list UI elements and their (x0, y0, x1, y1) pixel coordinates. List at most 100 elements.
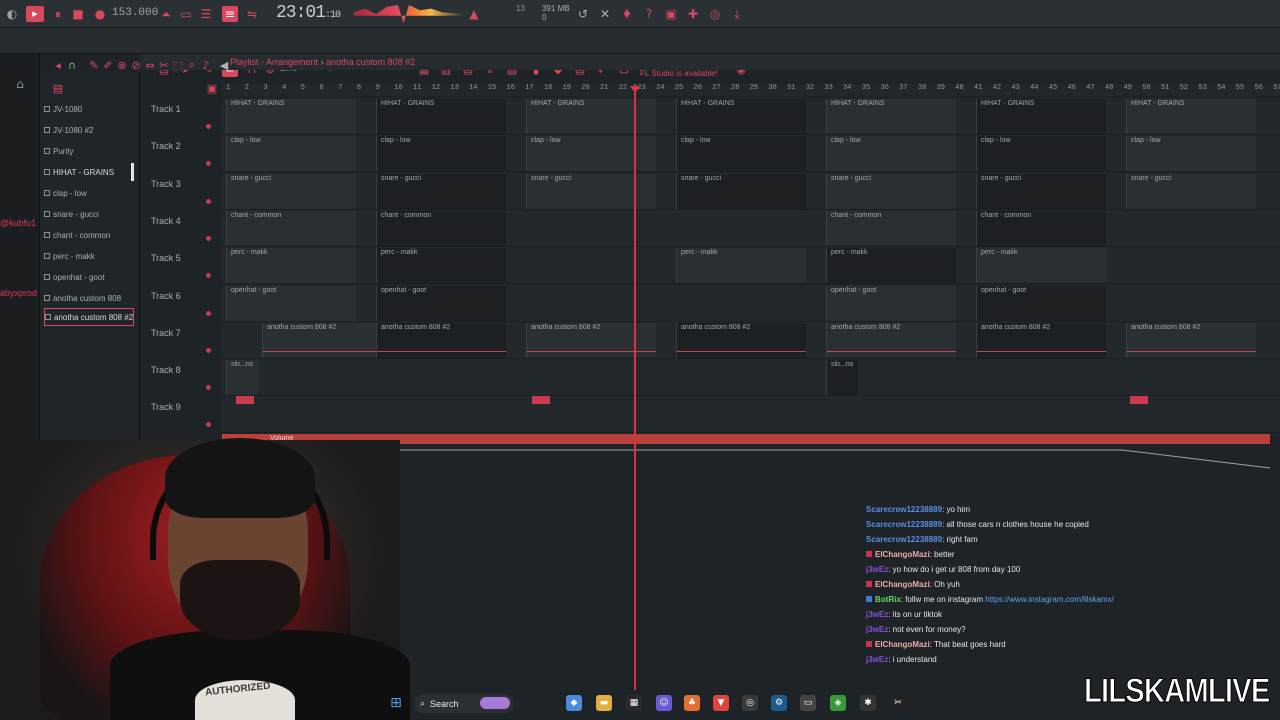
play-icon[interactable]: ⏸ (50, 6, 66, 22)
help-icon[interactable]: ? (641, 6, 657, 22)
pattern-clip[interactable]: openhat - goot (976, 285, 1106, 321)
fl-studio-icon[interactable]: ♣ (684, 695, 700, 711)
pattern-clip[interactable]: clap - low (1126, 136, 1256, 172)
track-lane[interactable]: clap - low clap - low clap - low clap - low… (222, 135, 1280, 173)
browser-toggle-icon[interactable]: ⌂ (12, 76, 28, 92)
pattern-clip[interactable]: snare - gucci (676, 173, 806, 209)
fl-logo-icon[interactable]: ◐ (4, 6, 20, 22)
track-header[interactable]: Track 5 (146, 247, 216, 284)
channel-item[interactable]: clap - low (44, 184, 134, 202)
store-icon[interactable]: ▦ (626, 695, 642, 711)
pattern-clip[interactable]: chant - common (826, 210, 956, 246)
channel-item[interactable]: JV-1080 #2 (44, 121, 134, 139)
track-mute-led-icon[interactable] (206, 235, 211, 241)
track-lane[interactable]: perc - makk perc - makk perc - makk perc - … (222, 247, 1280, 285)
track-mute-led-icon[interactable] (206, 198, 211, 204)
pattern-clip[interactable]: openhat - goot (226, 285, 356, 321)
record-icon[interactable]: ● (92, 6, 108, 22)
audio-clip-marker[interactable] (532, 396, 550, 405)
playhead[interactable] (634, 84, 636, 690)
chat-username[interactable]: ElChangoMazi (875, 550, 930, 559)
pattern-clip[interactable]: clap - low (976, 136, 1106, 172)
file-explorer-icon[interactable]: ▬ (596, 695, 612, 711)
channel-item[interactable]: Purity (44, 142, 134, 160)
pattern-clip[interactable]: HIHAT - GRAINS (976, 99, 1106, 134)
audio-clip-marker[interactable] (236, 396, 254, 405)
discord-icon[interactable]: ☺ (656, 695, 672, 711)
pattern-clip[interactable]: clap - low (676, 136, 806, 172)
brave-icon[interactable]: ▼ (713, 695, 729, 711)
headphones-icon[interactable]: ∩ (64, 57, 80, 73)
pattern-clip[interactable]: HIHAT - GRAINS (526, 99, 656, 134)
channel-item-selected[interactable]: anotha custom 808 #2 (44, 308, 134, 326)
track-lane[interactable] (222, 396, 1280, 434)
track-mute-led-icon[interactable] (206, 422, 211, 428)
track-header[interactable]: Track 7 (146, 322, 216, 359)
track-header[interactable]: Track 6 (146, 285, 216, 322)
pattern-clip[interactable]: HIHAT - GRAINS (1126, 99, 1256, 134)
track-mute-led-icon[interactable] (206, 124, 211, 129)
pattern-clip[interactable]: slo...ns (826, 360, 858, 396)
pattern-clip[interactable]: perc - makk (826, 248, 956, 284)
track-mute-led-icon[interactable] (206, 273, 211, 279)
pattern-clip[interactable]: snare - gucci (826, 173, 956, 209)
channel-item[interactable]: chant - common (44, 226, 134, 244)
chat-username[interactable]: Scarecrow12238889 (866, 505, 942, 514)
track-mute-led-icon[interactable] (206, 310, 211, 316)
chat-username[interactable]: BotRix (875, 595, 901, 604)
chat-username[interactable]: j3wEz (866, 655, 888, 664)
audio-clip-marker[interactable] (1130, 396, 1148, 405)
track-lane[interactable]: chant - common chant - common chant - comm… (222, 209, 1280, 247)
track-header[interactable]: Track 3 (146, 173, 216, 210)
pattern-clip[interactable]: chant - common (976, 210, 1106, 246)
pattern-clip[interactable]: snare - gucci (226, 173, 356, 209)
channel-item[interactable]: perc - makk (44, 247, 134, 265)
copilot-icon[interactable]: ◆ (566, 695, 582, 711)
chat-icon[interactable]: ◎ (707, 6, 723, 22)
pattern-clip[interactable]: HIHAT - GRAINS (676, 99, 806, 134)
steam-icon[interactable]: ⚙ (771, 695, 787, 711)
timeline-ruler[interactable]: 1 2 3 4 5 6 7 8 9 10 11 12 13 14 15 16 17 18 19 20 21 22 23 24 2… (222, 84, 1280, 96)
track-header[interactable]: Track 2 (146, 135, 216, 172)
pattern-clip[interactable]: snare - gucci (376, 173, 506, 209)
track-header[interactable]: Track 1 (146, 98, 216, 135)
channel-item[interactable]: JV-1080 (44, 100, 134, 118)
plugin-icon[interactable]: ✚ (685, 6, 701, 22)
picker-link-icon[interactable]: ▣ (204, 80, 220, 96)
channel-item[interactable]: anotha custom 808 (44, 289, 134, 307)
track-lane[interactable]: snare - gucci snare - gucci snare - gucci s… (222, 172, 1280, 210)
pattern-clip[interactable]: clap - low (826, 136, 956, 172)
mic-icon[interactable]: ♦ (619, 6, 635, 22)
track-lane[interactable]: slo...ns slo...ns (222, 359, 1280, 397)
pattern-clip[interactable]: perc - makk (376, 248, 506, 284)
countdown-icon[interactable]: ☰ (198, 6, 214, 22)
undo-icon[interactable]: ↺ (575, 6, 591, 22)
pattern-clip[interactable]: anotha custom 808 #2 (976, 322, 1106, 358)
pattern-clip[interactable]: chant - common (376, 210, 506, 246)
metronome-icon[interactable]: ⏶ (158, 6, 174, 22)
app2-icon[interactable]: ◈ (830, 695, 846, 711)
pattern-clip[interactable]: anotha custom 808 #2 (1126, 322, 1256, 358)
track-header[interactable]: Track 8 (146, 359, 216, 396)
track-mute-led-icon[interactable] (206, 347, 211, 353)
pattern-clip[interactable]: anotha custom 808 #2 (376, 322, 506, 358)
pattern-clip[interactable]: snare - gucci (976, 173, 1106, 209)
tempo-display[interactable]: 153.000 (112, 7, 158, 19)
channel-item[interactable]: snare - gucci (44, 205, 134, 223)
stop-icon[interactable]: ■ (70, 6, 86, 22)
chat-link[interactable]: https://www.instagram.com/lilskamx/ (985, 595, 1113, 604)
pattern-clip[interactable]: perc - makk (676, 248, 806, 284)
pattern-clip[interactable]: HIHAT - GRAINS (226, 99, 356, 134)
app3-icon[interactable]: ✱ (860, 695, 876, 711)
chat-username[interactable]: j3wEz (866, 625, 888, 634)
pattern-clip[interactable]: snare - gucci (1126, 173, 1256, 209)
playhead-marker-icon[interactable] (630, 86, 640, 93)
picker-menu-icon[interactable]: ▤ (50, 80, 66, 96)
chat-username[interactable]: j3wEz (866, 565, 888, 574)
pattern-clip[interactable]: snare - gucci (526, 173, 656, 209)
pattern-clip[interactable]: anotha custom 808 #2 (526, 322, 656, 358)
pattern-clip[interactable]: slo...ns (226, 360, 258, 396)
blend-icon[interactable]: ⇋ (244, 6, 260, 22)
cut-icon[interactable]: ✕ (597, 6, 613, 22)
pattern-clip[interactable]: perc - makk (976, 248, 1106, 284)
